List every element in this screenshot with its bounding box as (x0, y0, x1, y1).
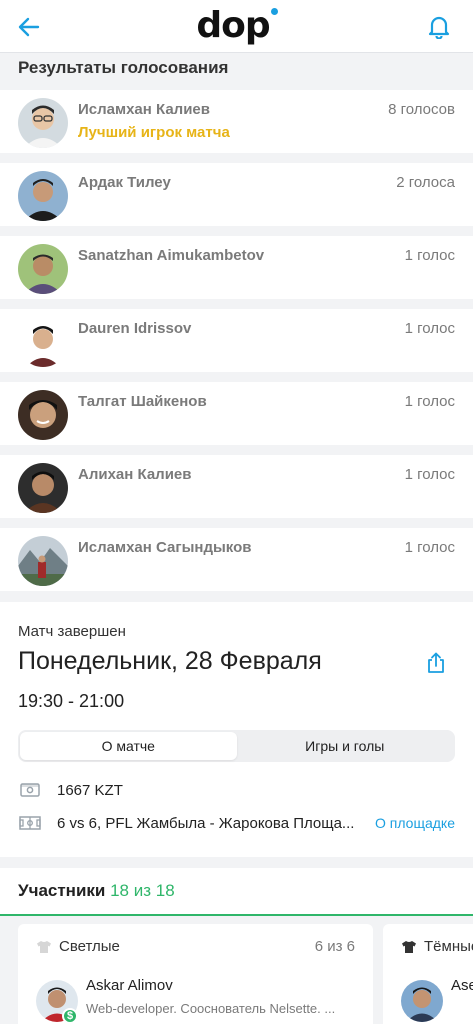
match-tabs: О матче Игры и голы (18, 730, 455, 762)
vote-item[interactable]: Ардак Тилеу 2 голоса (0, 163, 473, 226)
tab-games-and-goals[interactable]: Игры и голы (237, 732, 454, 760)
vote-count: 1 голос (404, 247, 455, 264)
vote-item[interactable]: Исламхан Калиев Лучший игрок матча 8 гол… (0, 90, 473, 153)
match-venue: 6 vs 6, PFL Жамбыла - Жарокова Площа... (57, 814, 355, 832)
match-price: 1667 KZT (57, 781, 123, 799)
voter-name: Ардак Тилеу (78, 174, 171, 191)
team-card-dark[interactable]: Тёмные Ase (383, 924, 473, 1024)
vote-list: Исламхан Калиев Лучший игрок матча 8 гол… (0, 90, 473, 601)
voter-name: Исламхан Калиев (78, 101, 210, 118)
avatar (18, 463, 68, 513)
voter-name: Sanatzhan Aimukambetov (78, 247, 265, 264)
app-logo[interactable]: dop (0, 6, 473, 46)
share-button[interactable] (423, 650, 449, 676)
vote-count: 1 голос (404, 466, 455, 483)
team-name: Светлые (59, 938, 120, 955)
avatar (18, 98, 68, 148)
team-header: Светлые (36, 938, 120, 955)
participants-section: Участники 18 из 18 Светлые 6 из 6 $ Aska… (0, 868, 473, 1024)
venue-row: 6 vs 6, PFL Жамбыла - Жарокова Площа... (18, 812, 354, 834)
player-name[interactable]: Askar Alimov (86, 977, 173, 994)
vote-item[interactable]: Исламхан Сагындыков 1 голос (0, 528, 473, 591)
shirt-icon (37, 940, 51, 953)
money-icon (18, 781, 42, 799)
venue-details-link[interactable]: О площадке (375, 815, 455, 831)
player-description: Web-developer. Сооснователь Nelsette. ..… (86, 1001, 336, 1016)
team-header: Тёмные (401, 938, 473, 955)
participants-label: Участники (18, 881, 106, 900)
vote-item[interactable]: Dauren Idrissov 1 голос (0, 309, 473, 372)
avatar (18, 171, 68, 221)
player-name[interactable]: Ase (451, 977, 473, 994)
match-date: Понедельник, 28 Февраля (18, 647, 322, 675)
avatar (18, 244, 68, 294)
vote-item[interactable]: Алихан Калиев 1 голос (0, 455, 473, 518)
vote-count: 1 голос (404, 393, 455, 410)
teams-scroller[interactable]: Светлые 6 из 6 $ Askar Alimov Web-develo… (0, 916, 473, 1024)
logo-dot (270, 8, 278, 15)
logo-text: dop (196, 5, 270, 46)
vote-count: 2 голоса (396, 174, 455, 191)
share-icon (428, 652, 444, 673)
participants-title: Участники 18 из 18 (18, 881, 175, 901)
vote-count: 1 голос (404, 539, 455, 556)
avatar (18, 536, 68, 586)
vote-item[interactable]: Талгат Шайкенов 1 голос (0, 382, 473, 445)
match-info-card: Матч завершен Понедельник, 28 Февраля 19… (0, 602, 473, 857)
match-time: 19:30 - 21:00 (18, 691, 125, 711)
team-count: 6 из 6 (314, 938, 355, 955)
team-name: Тёмные (424, 938, 473, 955)
bell-icon (428, 16, 450, 39)
avatar (401, 980, 443, 1022)
best-player-label: Лучший игрок матча (78, 124, 230, 141)
app-header: dop (0, 0, 473, 53)
match-status: Матч завершен (18, 623, 126, 640)
voting-results-title: Результаты голосования (18, 58, 229, 77)
avatar (18, 317, 68, 367)
voter-name: Алихан Калиев (78, 466, 192, 483)
avatar (18, 390, 68, 440)
voter-name: Исламхан Сагындыков (78, 539, 252, 556)
paid-badge: $ (62, 1008, 78, 1024)
vote-item[interactable]: Sanatzhan Aimukambetov 1 голос (0, 236, 473, 299)
vote-count: 8 голосов (388, 101, 455, 118)
team-card-light[interactable]: Светлые 6 из 6 $ Askar Alimov Web-develo… (18, 924, 373, 1024)
vote-count: 1 голос (404, 320, 455, 337)
voter-name: Dauren Idrissov (78, 320, 192, 337)
field-icon (18, 814, 42, 832)
tab-about-match[interactable]: О матче (20, 732, 237, 760)
price-row: 1667 KZT (18, 779, 123, 801)
notifications-button[interactable] (425, 13, 453, 41)
participants-count: 18 из 18 (110, 881, 175, 900)
shirt-icon (402, 940, 416, 953)
voter-name: Талгат Шайкенов (78, 393, 207, 410)
